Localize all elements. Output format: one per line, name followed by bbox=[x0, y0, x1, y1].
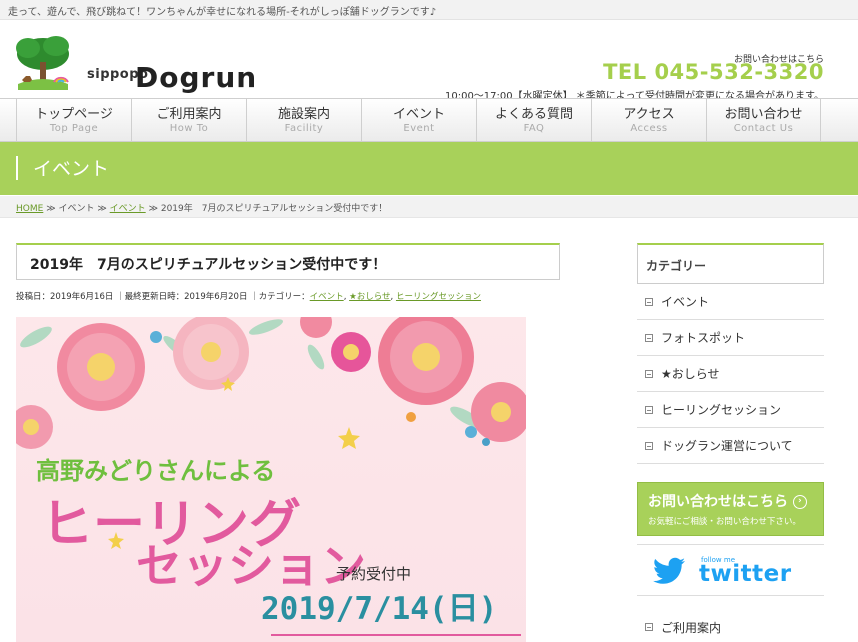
bullet-icon bbox=[645, 297, 653, 306]
post-title: 2019年 7月のスピリチュアルセッション受付中です！ bbox=[30, 257, 387, 273]
nav-sublabel: Top Page bbox=[49, 123, 99, 134]
event-flyer-graphic: 高野みどりさんによる ヒーリング セッション 予約受付中 2019/7/14(日… bbox=[16, 317, 526, 642]
nav-label: イベント bbox=[392, 107, 445, 122]
category-label: ｜カテゴリー： bbox=[250, 292, 310, 302]
sidebar-item-healing[interactable]: ヒーリングセッション bbox=[637, 392, 824, 428]
nav-label: よくある質問 bbox=[494, 107, 573, 122]
breadcrumb-item: イベント bbox=[58, 204, 95, 214]
category-link-news[interactable]: ★おしらせ bbox=[349, 292, 390, 302]
nav-label: アクセス bbox=[623, 107, 675, 122]
nav-sublabel: Contact Us bbox=[733, 123, 794, 134]
twitter-wordmark: twitter bbox=[699, 561, 792, 587]
bullet-icon bbox=[645, 369, 653, 378]
nav-item-facility[interactable]: 施設案内 Facility bbox=[246, 99, 361, 142]
breadcrumb-separator: ≫ bbox=[46, 204, 56, 214]
page-title: イベント bbox=[33, 158, 110, 180]
category-link-healing[interactable]: ヒーリングセッション bbox=[396, 292, 481, 302]
nav-item-faq[interactable]: よくある質問 FAQ bbox=[476, 99, 591, 142]
breadcrumb-separator: ≫ bbox=[148, 204, 158, 214]
breadcrumb-separator: ≫ bbox=[97, 204, 107, 214]
event-hero-image: 高野みどりさんによる ヒーリング セッション 予約受付中 2019/7/14(日… bbox=[16, 317, 526, 642]
bullet-icon bbox=[645, 441, 653, 450]
sidebar-item-operations[interactable]: ドッグラン運営について bbox=[637, 428, 824, 464]
reserve-badge: 予約受付中 bbox=[336, 565, 411, 583]
nav-label: ご利用案内 bbox=[156, 107, 222, 122]
twitter-banner[interactable]: follow me twitter bbox=[637, 544, 824, 596]
nav-label: 施設案内 bbox=[277, 107, 330, 122]
nav-label: トップページ bbox=[35, 107, 113, 122]
nav-item-event[interactable]: イベント Event bbox=[361, 99, 476, 142]
site-tagline: 走って、遊んで、飛び跳ねて！ワンちゃんが幸せになれる場所-それがしっぽ舗ドッグラ… bbox=[8, 7, 437, 18]
post-title-box: 2019年 7月のスピリチュアルセッション受付中です！ bbox=[16, 243, 560, 280]
global-nav: トップページ Top Page ご利用案内 How To 施設案内 Facili… bbox=[0, 98, 858, 142]
sidebar-item-label: ご利用案内 bbox=[661, 620, 722, 635]
hero-line3: セッション bbox=[136, 539, 366, 593]
hero-line1: 高野みどりさんによる bbox=[36, 457, 275, 485]
cta-main-label: お問い合わせはこちら › bbox=[648, 491, 813, 511]
sidebar-item-label: ヒーリングセッション bbox=[661, 403, 782, 417]
nav-sublabel: How To bbox=[169, 123, 209, 134]
nav-label: お問い合わせ bbox=[724, 107, 803, 122]
sidebar-heading-label: カテゴリー bbox=[646, 259, 707, 273]
tree-dog-logo-icon bbox=[16, 36, 69, 90]
logo-wordmark: Dogrun bbox=[135, 61, 258, 94]
nav-sublabel: Access bbox=[630, 123, 668, 134]
sidebar-item-label: イベント bbox=[661, 295, 710, 309]
nav-sublabel: FAQ bbox=[523, 123, 545, 134]
nav-item-top[interactable]: トップページ Top Page bbox=[16, 99, 131, 142]
nav-item-howto[interactable]: ご利用案内 How To bbox=[131, 99, 246, 142]
phone-number[interactable]: TEL 045-532-3320 bbox=[603, 60, 824, 84]
breadcrumb: HOME ≫ イベント ≫ イベント ≫ 2019年 7月のスピリチュアルセッシ… bbox=[0, 196, 858, 218]
nav-sublabel: Event bbox=[403, 123, 435, 134]
top-tagline-bar: 走って、遊んで、飛び跳ねて！ワンちゃんが幸せになれる場所-それがしっぽ舗ドッグラ… bbox=[0, 0, 858, 20]
updated-label: ｜最終更新日時： bbox=[116, 292, 185, 302]
sidebar-item-news[interactable]: ★おしらせ bbox=[637, 356, 824, 392]
post-meta: 投稿日：2019年6月16日 ｜最終更新日時：2019年6月20日 ｜カテゴリー… bbox=[16, 292, 481, 302]
sidebar-item-photospot[interactable]: フォトスポット bbox=[637, 320, 824, 356]
cta-sub-label: お気軽にご相談・お問い合わせ下さい。 bbox=[648, 517, 801, 527]
updated-date: 2019年6月20日 bbox=[184, 292, 248, 302]
site-header: sippopo Dogrun お問い合わせはこちら TEL 045-532-33… bbox=[0, 20, 858, 102]
sidebar-item-event[interactable]: イベント bbox=[637, 284, 824, 320]
category-link-event[interactable]: イベント bbox=[310, 292, 344, 302]
posted-date: 2019年6月16日 bbox=[50, 292, 114, 302]
site-logo[interactable]: sippopo Dogrun bbox=[14, 34, 256, 104]
breadcrumb-event-link[interactable]: イベント bbox=[110, 204, 146, 214]
nav-item-contact[interactable]: お問い合わせ Contact Us bbox=[706, 99, 821, 142]
bullet-icon bbox=[645, 333, 653, 342]
sidebar-item-label: ★おしらせ bbox=[661, 367, 720, 381]
event-date: 2019/7/14(日) bbox=[261, 591, 497, 627]
breadcrumb-home-link[interactable]: HOME bbox=[16, 204, 43, 214]
contact-cta-button[interactable]: お問い合わせはこちら › お気軽にご相談・お問い合わせ下さい。 bbox=[637, 482, 824, 536]
banner-accent-bar bbox=[16, 156, 18, 180]
bullet-icon bbox=[645, 623, 653, 631]
sidebar-item-howto[interactable]: ご利用案内 bbox=[637, 612, 824, 642]
sidebar-item-label: ドッグラン運営について bbox=[661, 439, 793, 453]
twitter-bird-icon bbox=[653, 557, 685, 584]
sidebar-item-label: フォトスポット bbox=[661, 331, 746, 345]
breadcrumb-current: 2019年 7月のスピリチュアルセッション受付中です！ bbox=[160, 204, 388, 214]
nav-item-access[interactable]: アクセス Access bbox=[591, 99, 706, 142]
arrow-circle-icon: › bbox=[792, 495, 807, 509]
sidebar: カテゴリー イベント フォトスポット ★おしらせ ヒーリングセッション ドッグラ… bbox=[637, 243, 824, 464]
posted-label: 投稿日： bbox=[16, 292, 51, 302]
sidebar-heading: カテゴリー bbox=[637, 243, 824, 284]
page-banner: イベント bbox=[0, 142, 858, 195]
nav-sublabel: Facility bbox=[284, 123, 324, 134]
bullet-icon bbox=[645, 405, 653, 414]
